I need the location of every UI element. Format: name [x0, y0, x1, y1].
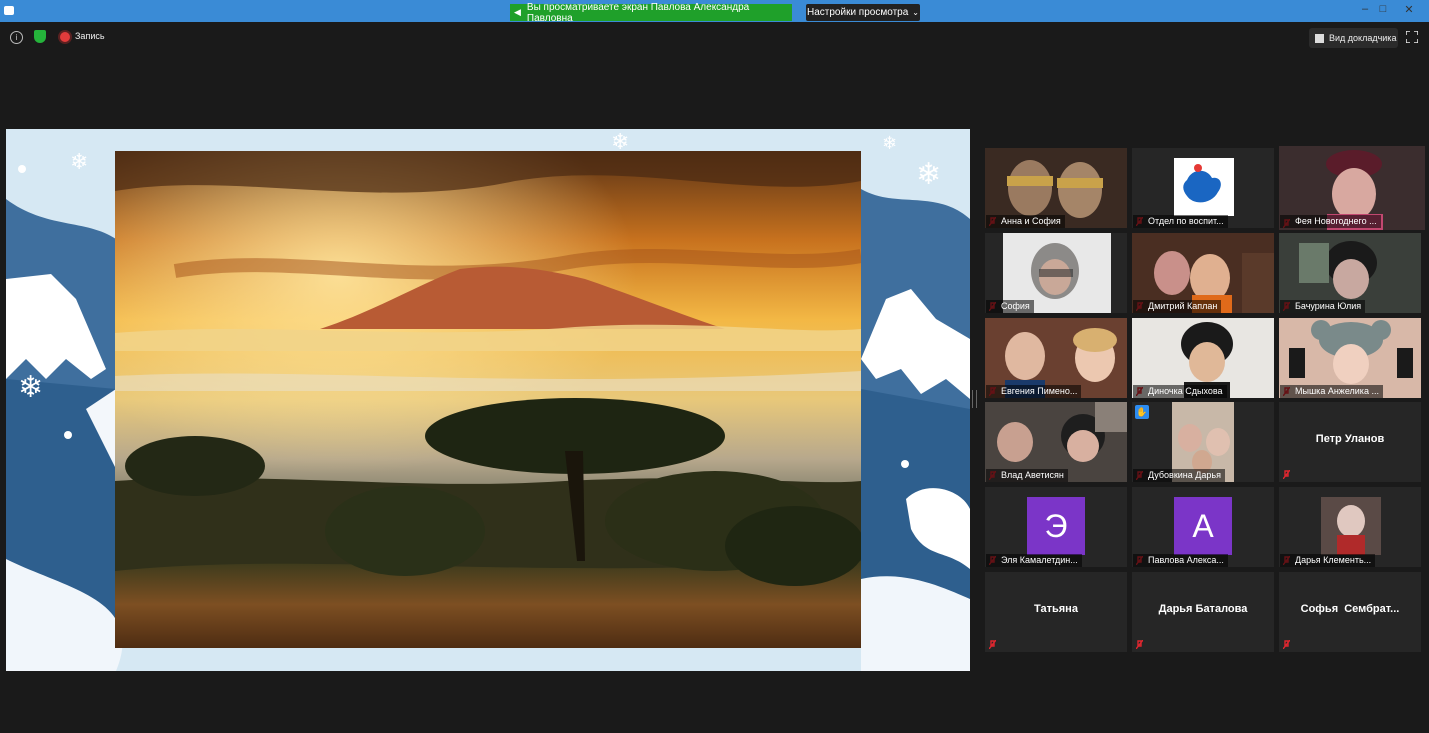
title-bar: ◀ Вы просматриваете экран Павлова Алекса…	[0, 0, 1429, 24]
maximize-button[interactable]: □	[1374, 3, 1392, 15]
avatar: А	[1174, 497, 1232, 555]
participant-name: Татьяна	[1034, 603, 1078, 615]
participant-name: Дарья Клементь...	[1280, 554, 1376, 567]
shield-icon[interactable]	[34, 30, 46, 43]
participant-name: Отдел по воспит...	[1133, 215, 1228, 228]
participant-name: Анна и София	[986, 215, 1065, 228]
participant-name: Дубовкина Дарья	[1133, 469, 1225, 482]
mic-muted-icon	[1283, 470, 1290, 479]
participant-name: Павлова Алекса...	[1133, 554, 1228, 567]
participant-name: София	[986, 300, 1034, 313]
participant-tile[interactable]: Э Эля Камалетдин...	[985, 487, 1127, 567]
view-settings-label: Настройки просмотра	[807, 7, 909, 18]
zoom-app-icon	[4, 6, 14, 15]
participant-tile[interactable]: Дарья Баталова	[1132, 572, 1274, 652]
participant-tile[interactable]: Дмитрий Каплан	[1132, 233, 1274, 313]
participant-tile[interactable]: София	[985, 233, 1127, 313]
mic-muted-icon	[1283, 640, 1290, 649]
fullscreen-icon[interactable]	[1406, 31, 1418, 43]
participant-tile[interactable]: Софья Сембрат...	[1279, 572, 1421, 652]
participant-name: Эля Камалетдин...	[986, 554, 1082, 567]
participant-name: Влад Аветисян	[986, 469, 1068, 482]
participant-tile[interactable]: Влад Аветисян	[985, 402, 1127, 482]
speaker-view-button[interactable]: Вид докладчика	[1309, 28, 1398, 48]
record-icon[interactable]	[60, 32, 70, 42]
meeting-top-bar: i Запись Вид докладчика	[0, 22, 1429, 54]
participant-tile-active-speaker[interactable]: Фея Новогоднего ...	[1279, 146, 1425, 230]
participant-tile[interactable]: А Павлова Алекса...	[1132, 487, 1274, 567]
svg-text:❄: ❄	[70, 150, 88, 175]
participant-tile[interactable]: Дарья Клементь...	[1279, 487, 1421, 567]
participant-tile[interactable]: Петр Уланов	[1279, 402, 1421, 482]
avatar: Э	[1027, 497, 1085, 555]
participant-name: Мышка Анжелика ...	[1280, 385, 1383, 398]
shared-screen: ❄ ❄ ❄ ❄ ❄	[6, 129, 970, 671]
participant-tile[interactable]: Евгения Пимено...	[985, 318, 1127, 398]
grid-icon	[1315, 33, 1324, 43]
raised-hand-icon: ✋	[1135, 405, 1149, 419]
panel-resize-handle[interactable]	[972, 390, 977, 408]
info-icon[interactable]: i	[10, 31, 23, 44]
mic-muted-icon	[989, 640, 996, 649]
participant-tile[interactable]: Татьяна	[985, 572, 1127, 652]
participant-name: Фея Новогоднего ...	[1280, 215, 1381, 228]
close-button[interactable]: ✕	[1400, 3, 1418, 16]
participant-tile[interactable]: Мышка Анжелика ...	[1279, 318, 1421, 398]
participant-name: Дарья Баталова	[1158, 603, 1248, 615]
mic-muted-icon	[1136, 640, 1143, 649]
participant-name: Бачурина Юлия	[1280, 300, 1366, 313]
chevron-down-icon: ⌄	[912, 8, 919, 17]
speaker-icon: ◀	[514, 7, 521, 17]
participant-name: Софья Сембрат...	[1300, 603, 1400, 615]
svg-text:❄: ❄	[18, 370, 43, 405]
participant-name: Петр Уланов	[1315, 433, 1385, 445]
savanna-mountain-photo	[115, 151, 861, 648]
participant-name: Евгения Пимено...	[986, 385, 1082, 398]
participant-tile[interactable]: Бачурина Юлия	[1279, 233, 1421, 313]
screen-share-banner: ◀ Вы просматриваете экран Павлова Алекса…	[510, 1, 792, 24]
participant-tile[interactable]: ✋ Дубовкина Дарья	[1132, 402, 1274, 482]
speaker-view-label: Вид докладчика	[1329, 33, 1397, 43]
participant-tile[interactable]: Отдел по воспит...	[1132, 148, 1274, 228]
participant-name: Диночка Сдыхова	[1133, 385, 1227, 398]
participant-name: Дмитрий Каплан	[1133, 300, 1222, 313]
participant-tile[interactable]: Диночка Сдыхова	[1132, 318, 1274, 398]
share-banner-text: Вы просматриваете экран Павлова Александ…	[526, 1, 750, 24]
view-settings-button[interactable]: Настройки просмотра ⌄	[806, 4, 920, 21]
svg-text:❄: ❄	[916, 157, 941, 192]
svg-text:❄: ❄	[882, 133, 897, 154]
participant-tile[interactable]: Анна и София	[985, 148, 1127, 228]
minimize-button[interactable]: –	[1356, 3, 1374, 15]
recording-label[interactable]: Запись	[75, 31, 105, 41]
